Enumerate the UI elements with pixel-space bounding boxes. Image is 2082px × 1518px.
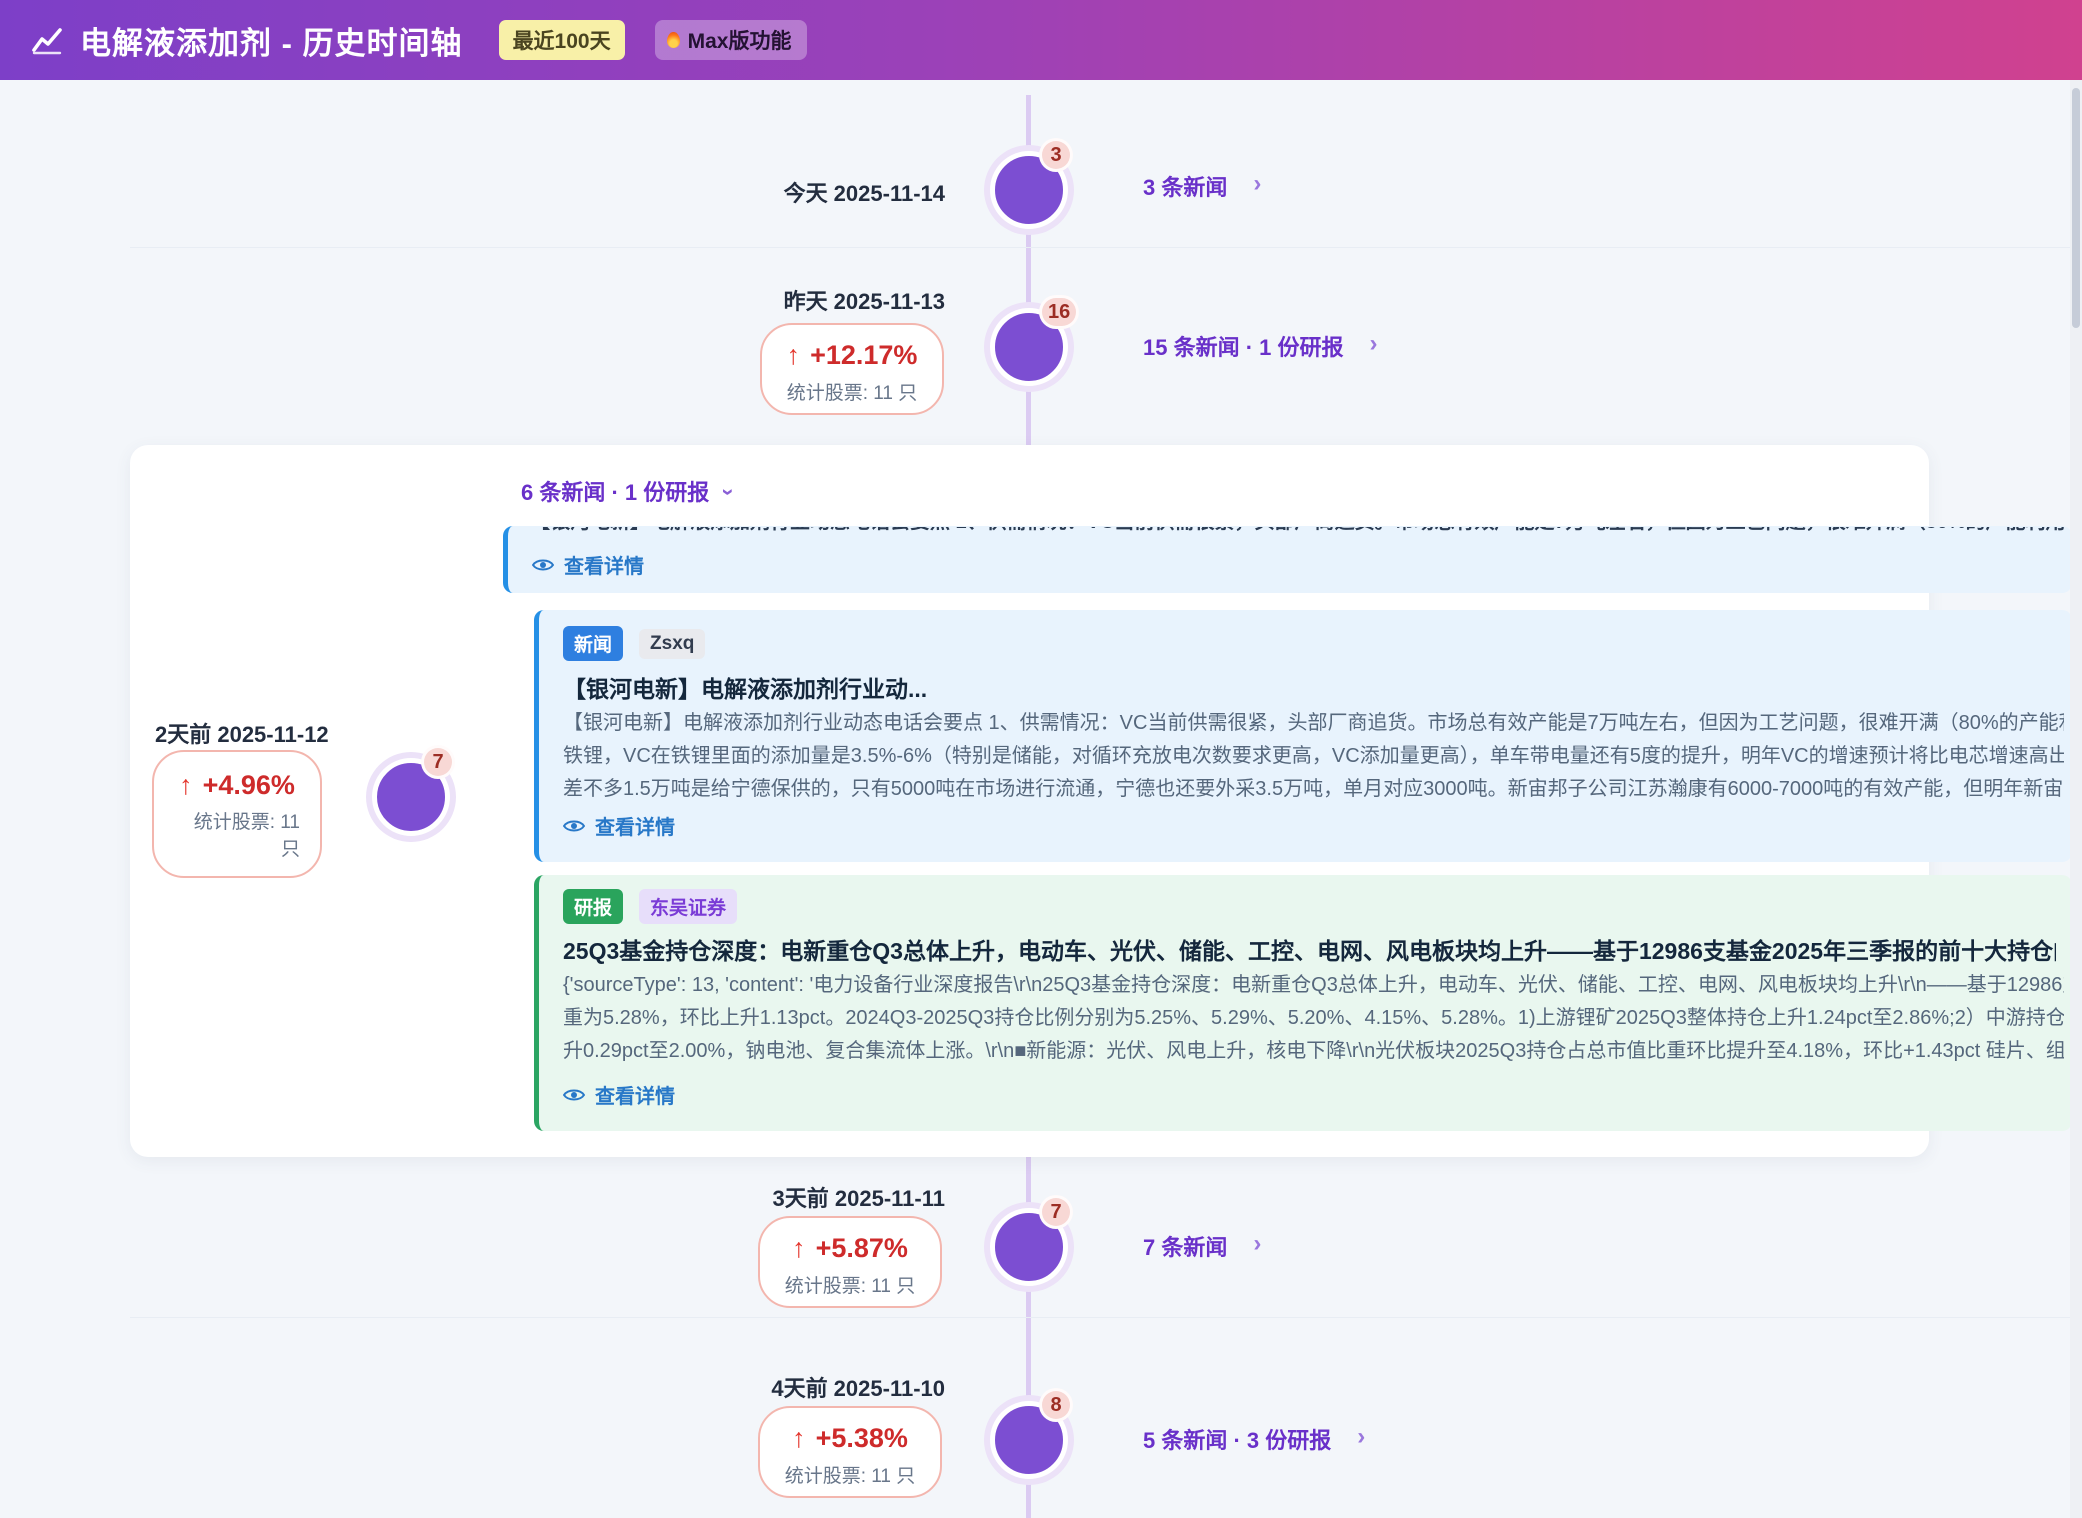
fire-icon bbox=[667, 32, 680, 48]
expanded-header-label: 6 条新闻 · 1 份研报 bbox=[521, 475, 709, 507]
line-chart-icon bbox=[30, 23, 64, 57]
timeline-node-4days[interactable]: 8 bbox=[984, 1395, 1074, 1485]
body-line: 重为5.28%，环比上升1.13pct。2024Q3-2025Q3持仓比例分别为… bbox=[563, 1002, 2064, 1035]
eye-icon bbox=[563, 818, 585, 834]
body-line: 升0.29pct至2.00%，钠电池、复合集流体上涨。\r\n■新能源：光伏、风… bbox=[563, 1035, 2064, 1068]
view-detail-link[interactable]: 查看详情 bbox=[563, 1080, 675, 1109]
change-pill-2days: ↑+4.96% 统计股票: 11 只 bbox=[152, 750, 322, 878]
view-detail-link[interactable]: 查看详情 bbox=[532, 550, 644, 579]
expanded-day-panel: 6 条新闻 · 1 份研报 › 2天前 2025-11-12 ↑+4.96% 统… bbox=[130, 445, 1929, 1157]
max-feature-badge: Max版功能 bbox=[655, 20, 808, 60]
news-link-label: 15 条新闻 · 1 份研报 bbox=[1143, 330, 1343, 362]
timeline-node-yesterday[interactable]: 16 bbox=[984, 302, 1074, 392]
view-detail-label: 查看详情 bbox=[564, 550, 644, 579]
expanded-header-toggle[interactable]: 6 条新闻 · 1 份研报 › bbox=[521, 475, 733, 507]
body-line: {'sourceType': 13, 'content': '电力设备行业深度报… bbox=[563, 969, 2064, 1002]
count-badge: 7 bbox=[421, 745, 455, 779]
date-label-2days: 2天前 2025-11-12 bbox=[155, 717, 400, 749]
up-arrow-icon: ↑ bbox=[792, 1233, 806, 1263]
change-pill-4days: ↑+5.38% 统计股票: 11 只 bbox=[758, 1406, 942, 1498]
report-body: {'sourceType': 13, 'content': '电力设备行业深度报… bbox=[563, 969, 2064, 1068]
up-arrow-icon: ↑ bbox=[787, 340, 801, 370]
change-value: ↑+5.87% bbox=[760, 1233, 940, 1264]
chevron-down-icon: › bbox=[718, 488, 740, 495]
range-badge: 最近100天 bbox=[499, 20, 625, 60]
source-badge: Zsxq bbox=[639, 629, 705, 659]
news-card[interactable]: 新闻 Zsxq 【银河电新】电解液添加剂行业动... 【银河电新】电解液添加剂行… bbox=[534, 610, 2072, 862]
news-link-label: 5 条新闻 · 3 份研报 bbox=[1143, 1423, 1331, 1455]
news-title: 【银河电新】电解液添加剂行业动... bbox=[563, 670, 2056, 704]
news-link-yesterday[interactable]: 15 条新闻 · 1 份研报 › bbox=[1143, 330, 1377, 362]
body-line: 【银河电新】电解液添加剂行业动态电话会要点 1、供需情况：VC当前供需很紧，头部… bbox=[563, 707, 2064, 740]
news-link-4days[interactable]: 5 条新闻 · 3 份研报 › bbox=[1143, 1423, 1365, 1455]
count-badge: 3 bbox=[1039, 138, 1073, 172]
count-badge: 16 bbox=[1039, 295, 1079, 329]
clipped-text-strip: 【银河电新】电解液添加剂行业动态电话会要点 1、供需情况：VC当前供需很紧，头部… bbox=[530, 527, 2064, 534]
row-divider bbox=[130, 247, 2070, 248]
news-type-badge: 新闻 bbox=[563, 626, 623, 661]
count-badge: 7 bbox=[1039, 1195, 1073, 1229]
timeline-node-2days[interactable]: 7 bbox=[366, 752, 456, 842]
report-title: 25Q3基金持仓深度：电新重仓Q3总体上升，电动车、光伏、储能、工控、电网、风电… bbox=[563, 932, 2056, 966]
report-card[interactable]: 研报 东吴证券 25Q3基金持仓深度：电新重仓Q3总体上升，电动车、光伏、储能、… bbox=[534, 875, 2072, 1131]
timeline-node-today[interactable]: 3 bbox=[984, 145, 1074, 235]
news-card-partial[interactable]: 【银河电新】电解液添加剂行业动态电话会要点 1、供需情况：VC当前供需很紧，头部… bbox=[503, 526, 2072, 593]
up-arrow-icon: ↑ bbox=[792, 1423, 806, 1453]
chevron-right-icon: › bbox=[1253, 172, 1261, 196]
max-badge-label: Max版功能 bbox=[688, 25, 792, 55]
stocks-count: 统计股票: 11 只 bbox=[762, 378, 942, 405]
chevron-right-icon: › bbox=[1369, 332, 1377, 356]
up-arrow-icon: ↑ bbox=[179, 770, 193, 800]
news-link-3days[interactable]: 7 条新闻 › bbox=[1143, 1230, 1261, 1262]
card-badge-row: 新闻 Zsxq bbox=[563, 626, 705, 661]
change-pill-3days: ↑+5.87% 统计股票: 11 只 bbox=[758, 1216, 942, 1308]
stocks-count: 统计股票: 11 只 bbox=[154, 809, 300, 863]
view-detail-label: 查看详情 bbox=[595, 1080, 675, 1109]
page-title: 电解液添加剂 - 历史时间轴 bbox=[80, 18, 463, 63]
card-badge-row: 研报 东吴证券 bbox=[563, 889, 737, 924]
news-link-label: 3 条新闻 bbox=[1143, 170, 1227, 202]
report-type-badge: 研报 bbox=[563, 889, 623, 924]
body-line: 铁锂，VC在铁锂里面的添加量是3.5%-6%（特别是储能，对循环充放电次数要求更… bbox=[563, 740, 2064, 773]
eye-icon bbox=[563, 1087, 585, 1103]
date-label-3days: 3天前 2025-11-11 bbox=[700, 1181, 945, 1213]
stocks-count: 统计股票: 11 只 bbox=[760, 1271, 940, 1298]
app-header: 电解液添加剂 - 历史时间轴 最近100天 Max版功能 bbox=[0, 0, 2082, 80]
date-label-yesterday: 昨天 2025-11-13 bbox=[700, 284, 945, 316]
view-detail-link[interactable]: 查看详情 bbox=[563, 811, 675, 840]
change-value: ↑+12.17% bbox=[762, 340, 942, 371]
row-divider bbox=[130, 1317, 2070, 1318]
news-link-today[interactable]: 3 条新闻 › bbox=[1143, 170, 1261, 202]
view-detail-label: 查看详情 bbox=[595, 811, 675, 840]
date-label-4days: 4天前 2025-11-10 bbox=[700, 1371, 945, 1403]
chevron-right-icon: › bbox=[1357, 1425, 1365, 1449]
news-link-label: 7 条新闻 bbox=[1143, 1230, 1227, 1262]
count-badge: 8 bbox=[1039, 1388, 1073, 1422]
change-value: ↑+5.38% bbox=[760, 1423, 940, 1454]
scrollbar-thumb[interactable] bbox=[2072, 88, 2080, 328]
eye-icon bbox=[532, 557, 554, 573]
stocks-count: 统计股票: 11 只 bbox=[760, 1461, 940, 1488]
source-badge: 东吴证券 bbox=[639, 889, 737, 924]
chevron-right-icon: › bbox=[1253, 1232, 1261, 1256]
date-label-today: 今天 2025-11-14 bbox=[700, 176, 945, 208]
change-pill-yesterday: ↑+12.17% 统计股票: 11 只 bbox=[760, 323, 944, 415]
timeline-node-3days[interactable]: 7 bbox=[984, 1202, 1074, 1292]
timeline-page: 电解液添加剂 - 历史时间轴 最近100天 Max版功能 今天 2025-11-… bbox=[0, 0, 2082, 1518]
body-line: 差不多1.5万吨是给宁德保供的，只有5000吨在市场进行流通，宁德也还要外采3.… bbox=[563, 773, 2064, 806]
change-value: ↑+4.96% bbox=[154, 770, 320, 801]
news-body: 【银河电新】电解液添加剂行业动态电话会要点 1、供需情况：VC当前供需很紧，头部… bbox=[563, 707, 2064, 806]
